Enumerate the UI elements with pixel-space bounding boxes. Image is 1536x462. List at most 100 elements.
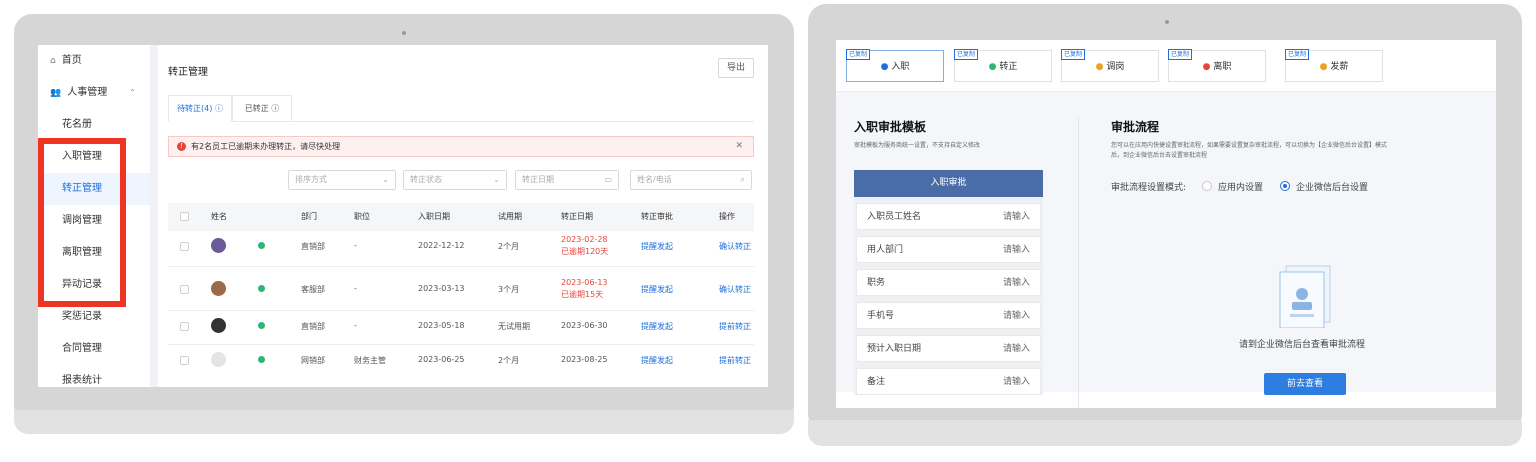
row-position: - [354,321,357,330]
left-camera [402,31,406,35]
avatar [211,281,226,296]
action-link[interactable]: 确认转正 [719,241,751,252]
col-regular-date: 转正日期 [561,212,593,221]
mode-label: 审批流程设置模式: [1111,183,1187,193]
remind-link[interactable]: 提醒发起 [641,321,673,332]
field-label: 手机号 [867,311,895,321]
calendar-icon: ▭ [604,175,612,184]
tab-payroll[interactable]: 已复制 ● 发薪 [1285,49,1383,82]
col-position: 职位 [354,212,370,221]
search-placeholder: 姓名/电话 [637,175,672,184]
form-field: 职务 请输入 [856,269,1041,296]
tab-resignation[interactable]: 已复制 ● 离职 [1168,49,1266,82]
avatar [211,318,226,333]
row-position: - [354,241,357,250]
tab-label: 入职 [891,62,910,72]
overdue-alert: ! 有2名员工已逾期未办理转正，请尽快处理 ✕ [168,136,754,157]
col-name: 姓名 [211,212,227,221]
row-regular-date: 2023-02-28 [561,235,608,244]
row-join-date: 2023-03-13 [418,284,465,293]
remind-link[interactable]: 提醒发起 [641,355,673,366]
form-field: 手机号 请输入 [856,302,1041,329]
row-checkbox[interactable] [180,356,189,365]
wechat-status-icon [258,242,265,249]
tab-regularization[interactable]: 已复制 ● 转正 [954,49,1052,82]
row-divider [168,344,754,345]
user-icon: ● [880,62,892,72]
right-camera [1165,20,1169,24]
left-laptop: ⌂ 首页 👥 人事管理 ⌃ 花名册 入职管理 转正管理 调岗管理 离职管理 异动记录 … [0,0,800,462]
go-view-button[interactable]: 前去查看 [1264,373,1346,395]
people-icon: 👥 [50,88,62,98]
close-icon[interactable]: ✕ [735,137,743,156]
avatar [211,352,226,367]
row-divider [168,310,754,311]
avatar [211,238,226,253]
left-laptop-base [14,410,794,434]
row-overdue: 已逾期120天 [561,247,609,256]
wechat-status-icon [258,285,265,292]
highlight-box [38,138,126,307]
copied-badge: 已复制 [846,49,871,60]
tab-label: 转正 [999,62,1018,72]
field-placeholder: 请输入 [1002,344,1030,354]
export-button[interactable]: 导出 [718,58,754,78]
search-input[interactable]: 姓名/电话 ⌕ [630,170,752,190]
status-placeholder: 转正状态 [410,175,442,184]
tab-onboarding[interactable]: 已复制 ● 入职 [846,49,944,82]
right-laptop: 已复制 ● 入职 已复制 ● 转正 已复制 ● 调岗 已复制 ● 离职 已复制 ● 发薪 … [800,0,1536,462]
remind-link[interactable]: 提醒发起 [641,241,673,252]
row-overdue: 已逾期15天 [561,290,604,299]
tab-transfer[interactable]: 已复制 ● 调岗 [1061,49,1159,82]
left-screen: ⌂ 首页 👥 人事管理 ⌃ 花名册 入职管理 转正管理 调岗管理 离职管理 异动记录 … [38,45,768,387]
field-label: 用人部门 [867,245,904,255]
copied-badge: 已复制 [954,49,979,60]
col-approval: 转正审批 [641,212,673,221]
row-checkbox[interactable] [180,242,189,251]
flow-title: 审批流程 [1111,120,1160,134]
sidebar-item-home[interactable]: ⌂ 首页 [38,45,150,77]
date-picker[interactable]: 转正日期 ▭ [515,170,619,190]
tab-label: 离职 [1213,62,1232,72]
row-checkbox[interactable] [180,285,189,294]
row-regular-date: 2023-06-30 [561,321,608,330]
sidebar-item-reports[interactable]: 报表统计 [38,365,150,387]
form-field: 预计入职日期 请输入 [856,335,1041,362]
page-title: 转正管理 [168,67,208,78]
tab-label: 调岗 [1106,62,1125,72]
radio-in-app-label[interactable]: 应用内设置 [1218,180,1263,193]
sidebar-item-roster[interactable]: 花名册 [38,109,150,141]
sidebar-item-contracts[interactable]: 合同管理 [38,333,150,365]
select-all-checkbox[interactable] [180,212,189,221]
form-field: 用人部门 请输入 [856,236,1041,263]
alert-icon: ! [177,142,186,151]
radio-wecom-admin-label[interactable]: 企业微信后台设置 [1296,180,1368,193]
form-field: 入职员工姓名 请输入 [856,203,1041,230]
sort-select[interactable]: 排序方式 ⌄ [288,170,396,190]
form-header: 入职审批 [854,170,1043,197]
process-tabs: 已复制 ● 入职 已复制 ● 转正 已复制 ● 调岗 已复制 ● 离职 已复制 ● 发薪 [836,40,1496,92]
tab-done[interactable]: 已转正 ⓘ [232,95,292,122]
status-select[interactable]: 转正状态 ⌄ [403,170,507,190]
action-link[interactable]: 提前转正 [719,355,751,366]
tab-pending[interactable]: 待转正(4) ⓘ [168,95,232,122]
sidebar-group-hr[interactable]: 👥 人事管理 ⌃ [38,77,150,109]
action-link[interactable]: 确认转正 [719,284,751,295]
field-placeholder: 请输入 [1002,212,1030,222]
field-placeholder: 请输入 [1002,278,1030,288]
radio-wecom-admin[interactable] [1280,181,1290,191]
row-checkbox[interactable] [180,322,189,331]
action-link[interactable]: 提前转正 [719,321,751,332]
main-content: 转正管理 导出 待转正(4) ⓘ 已转正 ⓘ ! 有2名员工已逾期未办理转正，请… [158,45,768,387]
radio-in-app[interactable] [1202,181,1212,191]
home-label: 首页 [61,55,82,66]
remind-link[interactable]: 提醒发起 [641,284,673,295]
row-dept: 网销部 [301,356,325,365]
right-laptop-base [808,420,1522,446]
copied-badge: 已复制 [1061,49,1086,60]
home-icon: ⌂ [50,56,56,66]
col-action: 操作 [719,212,735,221]
field-placeholder: 请输入 [1002,311,1030,321]
form-field: 备注 请输入 [856,368,1041,395]
row-probation: 无试用期 [498,322,530,331]
